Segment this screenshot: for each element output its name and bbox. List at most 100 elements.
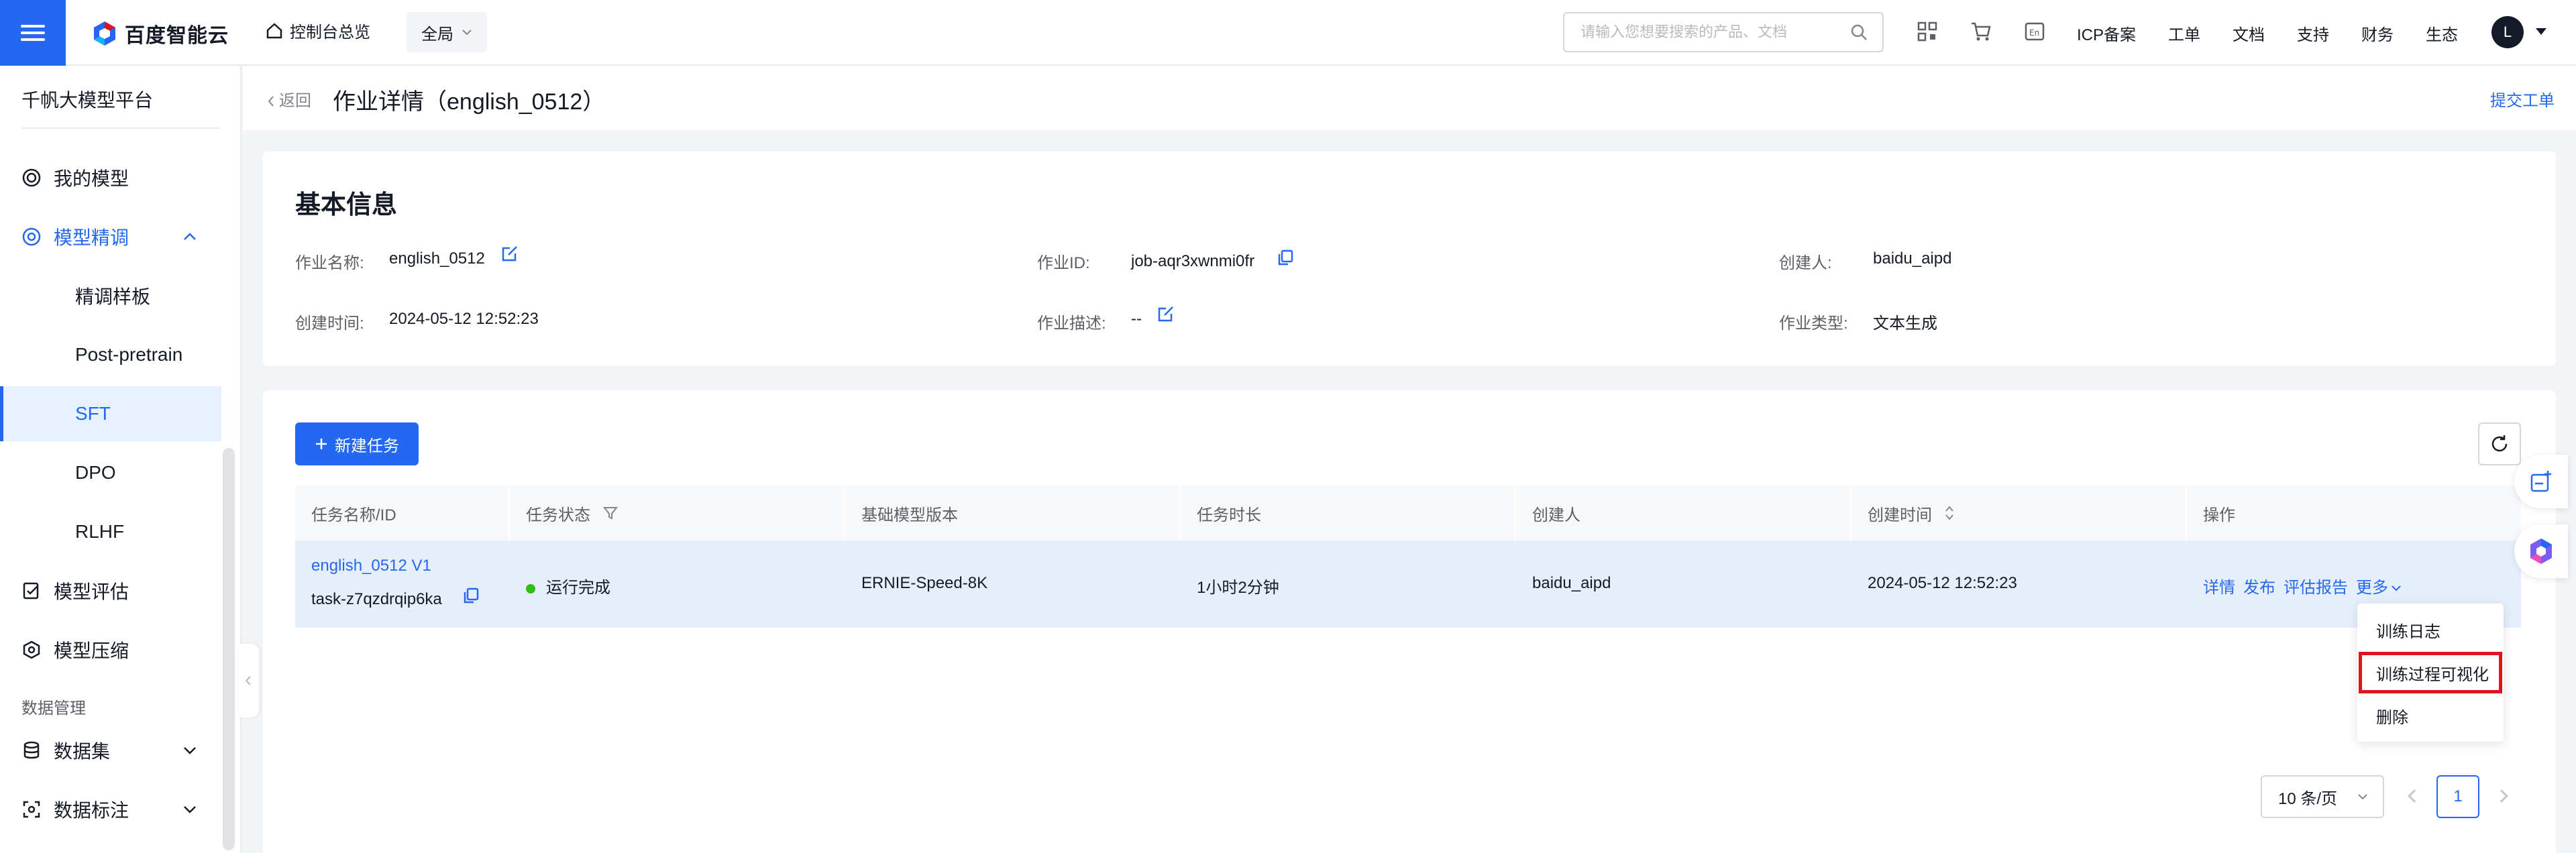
action-more-label: 更多 (2356, 579, 2388, 597)
support-link[interactable]: 支持 (2297, 21, 2329, 45)
created-time-label: 创建时间: (295, 315, 364, 333)
icp-filing-link[interactable]: ICP备案 (2077, 21, 2136, 45)
plus-icon (316, 439, 327, 449)
column-divider (844, 486, 845, 541)
top-navigation-bar: 百度智能云 控制台总览 全局 En ICP备案 工单 文档 支持 财务 生态 L (0, 0, 2576, 66)
column-divider (1850, 486, 1851, 541)
user-avatar[interactable]: L (2491, 16, 2524, 48)
next-page-button[interactable] (2495, 789, 2508, 803)
sidebar-item-sft[interactable]: SFT (0, 386, 221, 441)
ticket-link[interactable]: 工单 (2168, 21, 2200, 45)
column-header-actions: 操作 (2203, 506, 2235, 524)
filter-icon[interactable] (602, 505, 619, 521)
action-more-dropdown[interactable]: 更多 (2356, 574, 2402, 598)
sidebar-item-label: RLHF (75, 521, 125, 542)
sidebar-item-post-pretrain[interactable]: Post-pretrain (0, 327, 221, 382)
language-switch-icon[interactable]: En (2023, 20, 2046, 43)
current-page-button[interactable]: 1 (2436, 775, 2479, 818)
task-id-value: task-z7qzdrqip6ka (311, 590, 442, 608)
qrcode-icon[interactable] (1916, 20, 1939, 43)
task-name-link[interactable]: english_0512 V1 (311, 557, 431, 575)
shopping-cart-icon[interactable] (1970, 20, 1992, 43)
chevron-down-icon[interactable] (182, 746, 197, 755)
job-description-value: -- (1131, 310, 1142, 328)
menu-item-delete[interactable]: 删除 (2376, 704, 2408, 728)
new-task-button[interactable]: 新建任务 (295, 422, 419, 465)
sidebar-item-model-evaluation[interactable]: 模型评估 (0, 563, 221, 618)
task-status-label: 运行完成 (546, 579, 610, 597)
job-type-value: 文本生成 (1873, 315, 1937, 333)
page-size-select[interactable]: 10 条/页 (2261, 775, 2384, 818)
duration-value: 1小时2分钟 (1197, 579, 1279, 597)
region-label: 全局 (421, 25, 453, 44)
column-header-task-name: 任务名称/ID (311, 506, 396, 524)
edit-icon[interactable] (1157, 304, 1175, 323)
console-overview-label: 控制台总览 (290, 23, 370, 42)
menu-icon (21, 21, 45, 45)
column-header-created-time: 创建时间 (1868, 486, 1955, 541)
search-icon[interactable] (1850, 23, 1868, 41)
svg-text:En: En (2029, 28, 2039, 38)
sort-icon[interactable] (1944, 504, 1955, 522)
region-select[interactable]: 全局 (407, 12, 487, 52)
chevron-down-icon[interactable] (182, 805, 197, 814)
job-type-label: 作业类型: (1779, 315, 1848, 333)
sidebar-item-model-finetune[interactable]: 模型精调 (0, 209, 221, 264)
sidebar-item-data-annotation[interactable]: 数据标注 (0, 782, 221, 837)
ecosystem-link[interactable]: 生态 (2426, 21, 2458, 45)
page-title: 作业详情（english_0512） (333, 89, 606, 115)
sidebar-item-label: 我的模型 (54, 168, 129, 189)
created-time-value: 2024-05-12 12:52:23 (389, 310, 539, 328)
finance-link[interactable]: 财务 (2361, 21, 2394, 45)
logo[interactable]: 百度智能云 (91, 19, 229, 48)
column-divider (1515, 486, 1516, 541)
sidebar-item-my-models[interactable]: 我的模型 (0, 150, 221, 205)
sidebar: 千帆大模型平台 我的模型 模型精调 精调样板 Post-pretrain SFT… (0, 66, 241, 853)
status-success-dot-icon (526, 583, 535, 593)
sidebar-item-dpo[interactable]: DPO (0, 445, 221, 500)
chevron-up-icon[interactable] (182, 232, 197, 241)
chevron-down-icon (2358, 794, 2367, 800)
refresh-button[interactable] (2478, 422, 2521, 465)
search-input[interactable] (1579, 23, 1850, 42)
sidebar-scrollbar[interactable] (223, 448, 235, 850)
sidebar-item-finetune-template[interactable]: 精调样板 (0, 268, 221, 323)
user-menu-caret-icon[interactable] (2536, 28, 2546, 35)
evaluation-icon (23, 582, 39, 600)
action-details-link[interactable]: 详情 (2203, 574, 2235, 598)
copy-icon[interactable] (1276, 248, 1295, 267)
finetune-icon (22, 227, 41, 246)
sidebar-item-datasets[interactable]: 数据集 (0, 723, 221, 778)
sidebar-item-label: 模型压缩 (54, 640, 129, 661)
docs-link[interactable]: 文档 (2233, 21, 2265, 45)
highlight-box (2359, 652, 2502, 693)
feedback-float-button[interactable] (2514, 455, 2568, 508)
ai-assistant-float-button[interactable] (2514, 524, 2568, 578)
compression-icon (23, 640, 40, 659)
new-task-label: 新建任务 (335, 437, 399, 455)
sidebar-item-rlhf[interactable]: RLHF (0, 504, 221, 559)
back-link[interactable]: 返回 (267, 87, 311, 111)
sidebar-item-label: 模型精调 (54, 227, 129, 248)
database-icon (23, 741, 40, 759)
copy-icon[interactable] (462, 586, 480, 605)
hamburger-menu-button[interactable] (0, 0, 66, 66)
table-row: english_0512 V1 task-z7qzdrqip6ka 运行完成 E… (295, 541, 2521, 628)
action-eval-report-link[interactable]: 评估报告 (2284, 574, 2348, 598)
action-publish-link[interactable]: 发布 (2243, 574, 2275, 598)
task-status: 运行完成 (526, 574, 610, 598)
edit-icon[interactable] (500, 244, 519, 263)
sidebar-item-model-compression[interactable]: 模型压缩 (0, 622, 221, 677)
console-overview-link[interactable]: 控制台总览 (266, 19, 370, 42)
creator-label: 创建人: (1779, 254, 1832, 272)
global-search-box[interactable] (1563, 12, 1884, 52)
prev-page-button[interactable] (2408, 789, 2421, 803)
sidebar-collapse-toggle[interactable] (237, 644, 259, 718)
submit-ticket-link[interactable]: 提交工单 (2490, 87, 2555, 111)
sidebar-divider (21, 127, 220, 129)
job-name-value: english_0512 (389, 249, 485, 268)
column-divider (508, 486, 510, 541)
task-list-card: 新建任务 任务名称/ID 任务状态 基础模型版本 任务时长 创建人 创建时间 操… (263, 390, 2556, 853)
menu-item-training-log[interactable]: 训练日志 (2376, 618, 2440, 642)
sidebar-item-label: DPO (75, 462, 116, 483)
